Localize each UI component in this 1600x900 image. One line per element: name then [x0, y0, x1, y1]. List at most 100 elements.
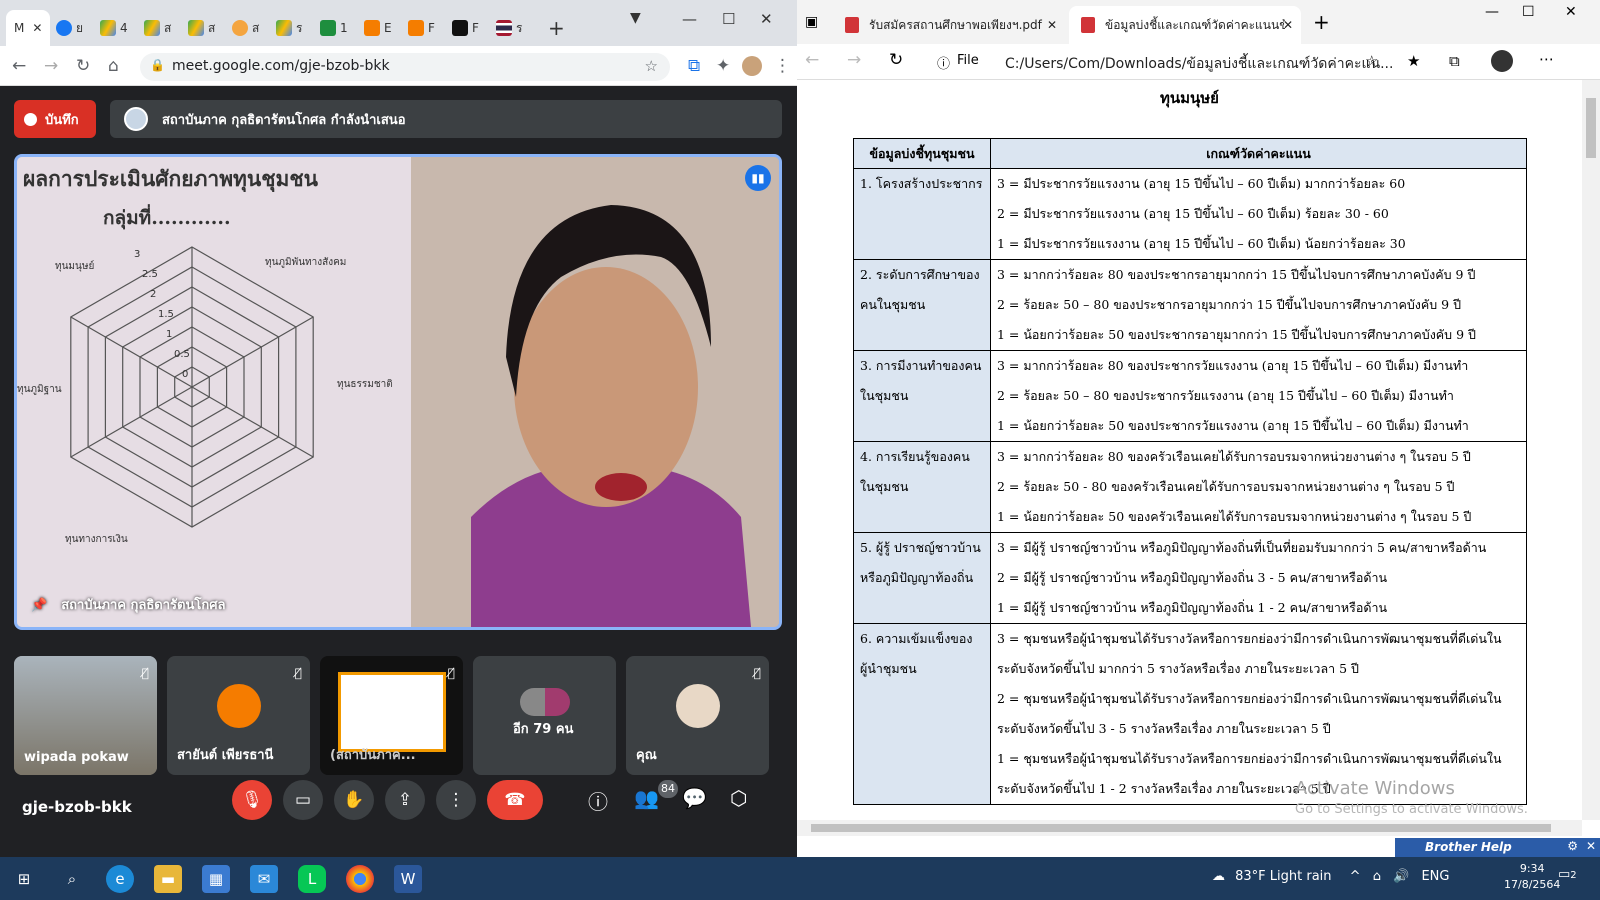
scroll-thumb[interactable]	[811, 824, 1551, 832]
start-windows-icon[interactable]: ⊞	[10, 865, 38, 893]
tab-f5[interactable]: F	[452, 10, 492, 46]
close-icon[interactable]: ✕	[1283, 18, 1293, 32]
table-row: 5. ผู้รู้ ปราชญ์ชาวบ้าน หรือภูมิปัญญาท้อง…	[853, 532, 1527, 624]
raise-hand-button[interactable]: ✋	[334, 780, 374, 820]
favorites-icon[interactable]: ★	[1407, 52, 1420, 70]
edge-app-icon[interactable]: e	[106, 865, 134, 893]
network-icon[interactable]: ⌂	[1373, 869, 1381, 884]
maximize-button[interactable]: ☐	[1522, 4, 1535, 20]
forward-icon[interactable]: →	[44, 56, 58, 76]
main-video[interactable]: ผลการประเมินศักยภาพทุนชุมชน กลุ่มที่....…	[14, 154, 782, 630]
more-options-button[interactable]: ⋮	[436, 780, 476, 820]
tab-drive-1[interactable]: 4	[100, 10, 140, 46]
store-icon[interactable]: ▦	[202, 865, 230, 893]
system-tray: ☁ 83°F Light rain ^ ⌂ 🔊 ENG	[1212, 869, 1449, 884]
tab-label: F	[428, 21, 435, 35]
weather-text[interactable]: 83°F Light rain	[1235, 869, 1331, 884]
reload-icon[interactable]: ↻	[889, 50, 903, 70]
participant-tile[interactable]: 🎙̸ คุณ	[626, 656, 769, 775]
favorite-add-icon[interactable]: ☆	[1365, 52, 1378, 70]
tab-thai-flag[interactable]: ร	[496, 10, 536, 46]
meeting-code: gje-bzob-bkk	[22, 798, 132, 816]
clock-time: 9:34	[1519, 862, 1545, 875]
minimize-button[interactable]: —	[1485, 4, 1499, 20]
tab-pdf-2[interactable]: ข้อมูลบ่งชี้และเกณฑ์วัดค่าคะแนนข้อมู ✕	[1069, 6, 1301, 44]
profile-avatar[interactable]	[742, 56, 762, 76]
weather-icon[interactable]: ☁	[1212, 869, 1225, 884]
tab-drive-4[interactable]: ร	[276, 10, 316, 46]
scroll-thumb[interactable]	[1586, 98, 1596, 158]
new-tab-button[interactable]: +	[548, 10, 565, 46]
activities-icon[interactable]: ⬡	[730, 786, 747, 810]
maximize-button[interactable]: ☐	[722, 10, 735, 28]
bookmark-star-icon[interactable]: ☆	[645, 57, 658, 75]
table-row: 2. ระดับการศึกษาของ คนในชุมชน 3 = มากกว่าร…	[853, 259, 1527, 351]
people-icon[interactable]: 👥	[634, 786, 659, 810]
tab-orange[interactable]: ส	[232, 10, 272, 46]
volume-icon[interactable]: 🔊	[1393, 869, 1409, 884]
info-icon[interactable]: ⓘ	[588, 786, 608, 815]
pin-icon[interactable]: 📌	[31, 598, 47, 613]
tab-blogger-2[interactable]: F	[408, 10, 448, 46]
radar-scale-label: 3	[134, 249, 140, 260]
address-bar[interactable]: 🔒 meet.google.com/gje-bzob-bkk ☆	[140, 53, 670, 81]
criteria-line: 3 = มีผู้รู้ ปราชญ์ชาวบ้าน หรือภูมิปัญญา…	[997, 540, 1487, 555]
clock[interactable]: 9:34 17/8/2564	[1504, 861, 1560, 893]
mic-toggle-button[interactable]: 🎙	[232, 780, 272, 820]
tab-drive-3[interactable]: ส	[188, 10, 228, 46]
leave-call-button[interactable]: ☎	[487, 780, 543, 820]
info-icon[interactable]: ⓘ	[937, 53, 950, 72]
participant-tile[interactable]: อีก 79 คน	[473, 656, 616, 775]
participant-tile[interactable]: 🎙̸ (สถาบันภาค...	[320, 656, 463, 775]
back-icon[interactable]: ←	[12, 56, 26, 76]
pdf-icon	[1081, 17, 1095, 33]
pdf-icon	[845, 17, 859, 33]
tab-blogger-1[interactable]: E	[364, 10, 404, 46]
close-icon[interactable]: ✕	[32, 21, 42, 35]
tab-plus-green[interactable]: 1	[320, 10, 360, 46]
participant-tile[interactable]: 🎙̸ สายันต์ เพียรธานี	[167, 656, 310, 775]
profile-avatar[interactable]	[1491, 50, 1513, 72]
close-window-button[interactable]: ✕	[760, 10, 773, 28]
chevron-up-icon[interactable]: ^	[1350, 869, 1361, 884]
word-app-icon[interactable]: W	[394, 865, 422, 893]
participant-tile[interactable]: 🎙̸ wipada pokaw	[14, 656, 157, 775]
tab-actions-icon[interactable]: ▣	[805, 14, 818, 30]
horizontal-scrollbar[interactable]	[797, 820, 1582, 836]
home-icon[interactable]: ⌂	[108, 56, 119, 76]
menu-icon[interactable]: ⋮	[774, 56, 791, 76]
line-app-icon[interactable]: L	[298, 865, 326, 893]
tab-drive-2[interactable]: ส	[144, 10, 184, 46]
close-icon[interactable]: ✕	[1586, 839, 1596, 853]
new-tab-button[interactable]: +	[1313, 10, 1330, 34]
minimize-button[interactable]: —	[682, 10, 697, 28]
menu-icon[interactable]: ⋯	[1539, 50, 1554, 68]
record-button[interactable]: บันทึก	[14, 100, 96, 138]
table-header: เกณฑ์วัดค่าคะแนน	[990, 138, 1527, 169]
search-icon[interactable]: ⌕	[58, 865, 86, 893]
tab-facebook[interactable]: ย	[56, 10, 96, 46]
close-window-button[interactable]: ✕	[1565, 4, 1577, 20]
collections-icon[interactable]: ⧉	[1449, 52, 1460, 70]
reload-icon[interactable]: ↻	[76, 56, 90, 76]
forward-icon[interactable]: →	[847, 50, 861, 70]
tab-pdf-1[interactable]: รับสมัครสถานศึกษาพอเพียงฯ.pdf ✕	[833, 6, 1065, 44]
tab-search-icon[interactable]: ▼	[630, 10, 641, 26]
brother-help-bar[interactable]: Brother Help ⚙ ✕	[1395, 838, 1600, 857]
tab-meet[interactable]: M ✕	[6, 10, 50, 46]
present-button[interactable]: ⇪	[385, 780, 425, 820]
translate-icon[interactable]: ⧉	[688, 56, 700, 76]
language-indicator[interactable]: ENG	[1421, 869, 1449, 884]
tab-label: ย	[76, 20, 84, 35]
back-icon[interactable]: ←	[805, 50, 819, 70]
extensions-icon[interactable]: ✦	[716, 56, 730, 76]
vertical-scrollbar[interactable]	[1582, 80, 1600, 820]
close-icon[interactable]: ✕	[1047, 18, 1057, 32]
chat-icon[interactable]: 💬	[682, 786, 707, 810]
camera-toggle-button[interactable]: ▭	[283, 780, 323, 820]
file-explorer-icon[interactable]: ▬	[154, 865, 182, 893]
notifications-button[interactable]: ▭2	[1558, 867, 1577, 882]
mail-icon[interactable]: ✉	[250, 865, 278, 893]
chrome-app-icon[interactable]	[346, 865, 374, 893]
settings-icon[interactable]: ⚙	[1567, 839, 1578, 853]
